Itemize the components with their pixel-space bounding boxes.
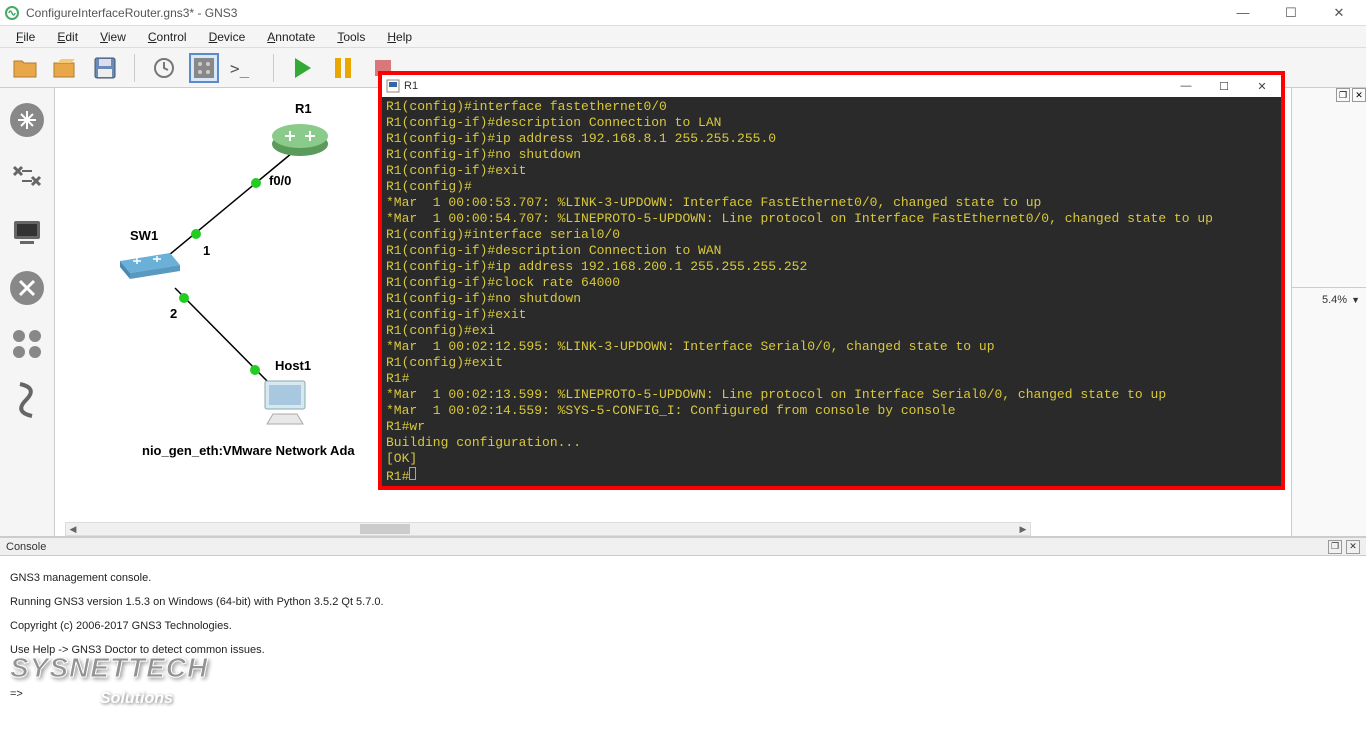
svg-text:>_: >_ [230, 59, 250, 78]
end-devices-category-button[interactable] [7, 212, 47, 252]
scrollbar-thumb[interactable] [360, 524, 410, 534]
terminal-titlebar[interactable]: R1 — ☐ ✕ [382, 75, 1281, 97]
reload-button[interactable] [149, 53, 179, 83]
console-prompt: => [10, 688, 1356, 700]
f00-label: f0/0 [269, 173, 291, 188]
putty-icon [386, 79, 400, 93]
port2-label: 2 [170, 306, 177, 321]
port1-label: 1 [203, 243, 210, 258]
show-grid-button[interactable] [189, 53, 219, 83]
panel-close-button[interactable]: ✕ [1352, 88, 1366, 102]
horizontal-scrollbar[interactable]: ◀ ▶ [65, 522, 1031, 536]
console-line: GNS3 management console. [10, 572, 1356, 584]
menu-file[interactable]: File [6, 28, 45, 46]
watermark: SYSNETTECH Solutions [10, 640, 208, 720]
sw1-label: SW1 [130, 228, 158, 243]
menu-tools[interactable]: Tools [327, 28, 375, 46]
console-line: Copyright (c) 2006-2017 GNS3 Technologie… [10, 620, 1356, 632]
terminal-close-button[interactable]: ✕ [1251, 78, 1273, 94]
r1-label: R1 [295, 101, 312, 116]
routers-category-button[interactable] [7, 100, 47, 140]
menu-view[interactable]: View [90, 28, 136, 46]
menu-bar: File Edit View Control Device Annotate T… [0, 26, 1366, 48]
nio-label: nio_gen_eth:VMware Network Ada [142, 443, 355, 458]
switch-sw1-icon[interactable] [115, 243, 185, 283]
open-project-button[interactable] [50, 53, 80, 83]
window-close-button[interactable]: ✕ [1324, 3, 1354, 23]
console-close-button[interactable]: ✕ [1346, 540, 1360, 554]
console-line: Use Help -> GNS3 Doctor to detect common… [10, 644, 1356, 656]
scroll-left-arrow[interactable]: ◀ [66, 523, 80, 535]
terminal-title: R1 [404, 80, 1175, 92]
pause-all-button[interactable] [328, 53, 358, 83]
host1-label: Host1 [275, 358, 311, 373]
zoom-value: 5.4% [1322, 294, 1347, 306]
menu-annotate[interactable]: Annotate [257, 28, 325, 46]
device-sidebar [0, 88, 55, 536]
switches-category-button[interactable] [7, 156, 47, 196]
router-r1-icon[interactable] [270, 118, 330, 158]
zoom-dropdown-icon[interactable]: ▼ [1351, 295, 1360, 305]
all-devices-category-button[interactable] [7, 324, 47, 364]
window-titlebar: ConfigureInterfaceRouter.gns3* - GNS3 — … [0, 0, 1366, 26]
panel-float-button[interactable]: ❐ [1336, 88, 1350, 102]
console-title: Console [6, 541, 46, 553]
window-title: ConfigureInterfaceRouter.gns3* - GNS3 [26, 6, 1228, 20]
terminal-window: R1 — ☐ ✕ R1(config)#interface fastethern… [378, 71, 1285, 490]
new-project-button[interactable] [10, 53, 40, 83]
menu-edit[interactable]: Edit [47, 28, 88, 46]
console-line: Running GNS3 version 1.5.3 on Windows (6… [10, 596, 1356, 608]
menu-device[interactable]: Device [199, 28, 256, 46]
terminal-maximize-button[interactable]: ☐ [1213, 78, 1235, 94]
window-minimize-button[interactable]: — [1228, 3, 1258, 23]
save-project-button[interactable] [90, 53, 120, 83]
add-link-button[interactable] [7, 380, 47, 420]
host1-icon[interactable] [255, 376, 315, 431]
menu-help[interactable]: Help [377, 28, 422, 46]
terminal-minimize-button[interactable]: — [1175, 78, 1197, 94]
console-output[interactable]: GNS3 management console. Running GNS3 ve… [0, 556, 1366, 738]
terminal-output[interactable]: R1(config)#interface fastethernet0/0 R1(… [382, 97, 1281, 486]
gns3-app-icon [4, 5, 20, 21]
watermark-tagline: Solutions [100, 690, 208, 708]
right-panel: ❐ ✕ 5.4% ▼ [1291, 88, 1366, 536]
console-button[interactable]: >_ [229, 53, 259, 83]
menu-control[interactable]: Control [138, 28, 197, 46]
console-float-button[interactable]: ❐ [1328, 540, 1342, 554]
watermark-brand: SYSNETTECH [10, 652, 208, 684]
security-devices-category-button[interactable] [7, 268, 47, 308]
window-maximize-button[interactable]: ☐ [1276, 3, 1306, 23]
zoom-level: 5.4% ▼ [1322, 294, 1360, 306]
start-all-button[interactable] [288, 53, 318, 83]
scroll-right-arrow[interactable]: ▶ [1016, 523, 1030, 535]
console-panel: Console ❐ ✕ GNS3 management console. Run… [0, 536, 1366, 738]
